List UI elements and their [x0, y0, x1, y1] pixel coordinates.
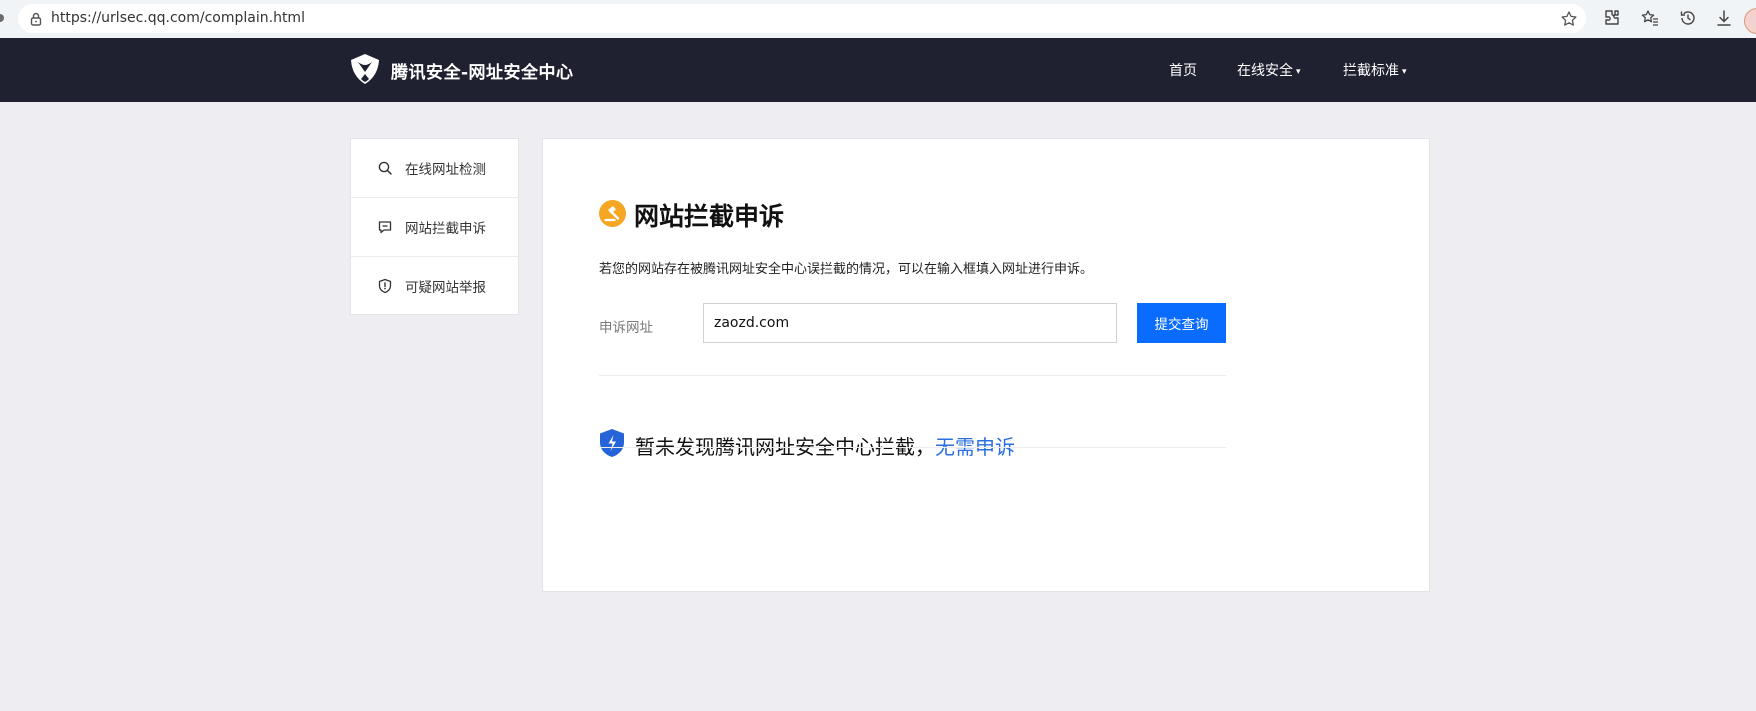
history-icon[interactable] [1678, 8, 1698, 28]
appeal-description: 若您的网站存在被腾讯网址安全中心误拦截的情况，可以在输入框填入网址进行申诉。 [599, 262, 1094, 277]
address-bar[interactable]: https://urlsec.qq.com/complain.html [18, 4, 1586, 33]
browser-toolbar: https://urlsec.qq.com/complain.html [0, 0, 1756, 38]
tab-indicator-icon [0, 14, 4, 22]
comment-icon [378, 221, 392, 234]
nav-block-standards[interactable]: 拦截标准 ▾ [1343, 60, 1407, 80]
download-icon[interactable] [1714, 8, 1734, 28]
favorites-icon[interactable] [1640, 8, 1660, 28]
appeal-panel: 网站拦截申诉 若您的网站存在被腾讯网址安全中心误拦截的情况，可以在输入框填入网址… [542, 138, 1430, 592]
nav-home-label: 首页 [1169, 63, 1197, 79]
sidebar-item-block-appeal[interactable]: 网站拦截申诉 [351, 197, 518, 256]
lock-icon[interactable] [28, 11, 44, 27]
chevron-down-icon: ▾ [1402, 67, 1407, 77]
site-header: 腾讯安全-网址安全中心 首页 在线安全 ▾ 拦截标准 ▾ [0, 38, 1756, 102]
tencent-security-logo-icon[interactable] [348, 52, 382, 86]
sidebar-item-label: 在线网址检测 [405, 162, 486, 178]
sidebar-item-url-check[interactable]: 在线网址检测 [351, 139, 518, 197]
shield-icon [600, 429, 624, 457]
sidebar: 在线网址检测 网站拦截申诉 可疑网站举报 [350, 138, 519, 315]
extensions-icon[interactable] [1602, 8, 1622, 28]
nav-online-security-label: 在线安全 [1237, 63, 1293, 79]
divider [599, 447, 1226, 448]
profile-avatar[interactable] [1744, 8, 1756, 34]
appeal-url-label: 申诉网址 [599, 320, 653, 336]
nav-block-standards-label: 拦截标准 [1343, 63, 1399, 79]
sidebar-item-label: 可疑网站举报 [405, 280, 486, 296]
favorite-star-icon[interactable] [1560, 10, 1578, 28]
page-title: 网站拦截申诉 [634, 202, 785, 231]
appeal-url-input[interactable] [703, 303, 1117, 343]
nav-online-security[interactable]: 在线安全 ▾ [1237, 60, 1301, 80]
url-text[interactable]: https://urlsec.qq.com/complain.html [51, 10, 305, 26]
result-message: 暂未发现腾讯网址安全中心拦截，无需申诉 [635, 431, 1015, 460]
site-brand[interactable]: 腾讯安全-网址安全中心 [391, 58, 574, 83]
sidebar-item-report-suspicious[interactable]: 可疑网站举报 [351, 256, 518, 315]
submit-query-button[interactable]: 提交查询 [1137, 303, 1226, 343]
shield-alert-icon [378, 278, 392, 294]
divider [599, 375, 1226, 376]
chevron-down-icon: ▾ [1296, 67, 1301, 77]
nav-home[interactable]: 首页 [1169, 60, 1197, 80]
gavel-icon [599, 200, 626, 227]
search-icon [378, 161, 392, 175]
sidebar-item-label: 网站拦截申诉 [405, 221, 486, 237]
